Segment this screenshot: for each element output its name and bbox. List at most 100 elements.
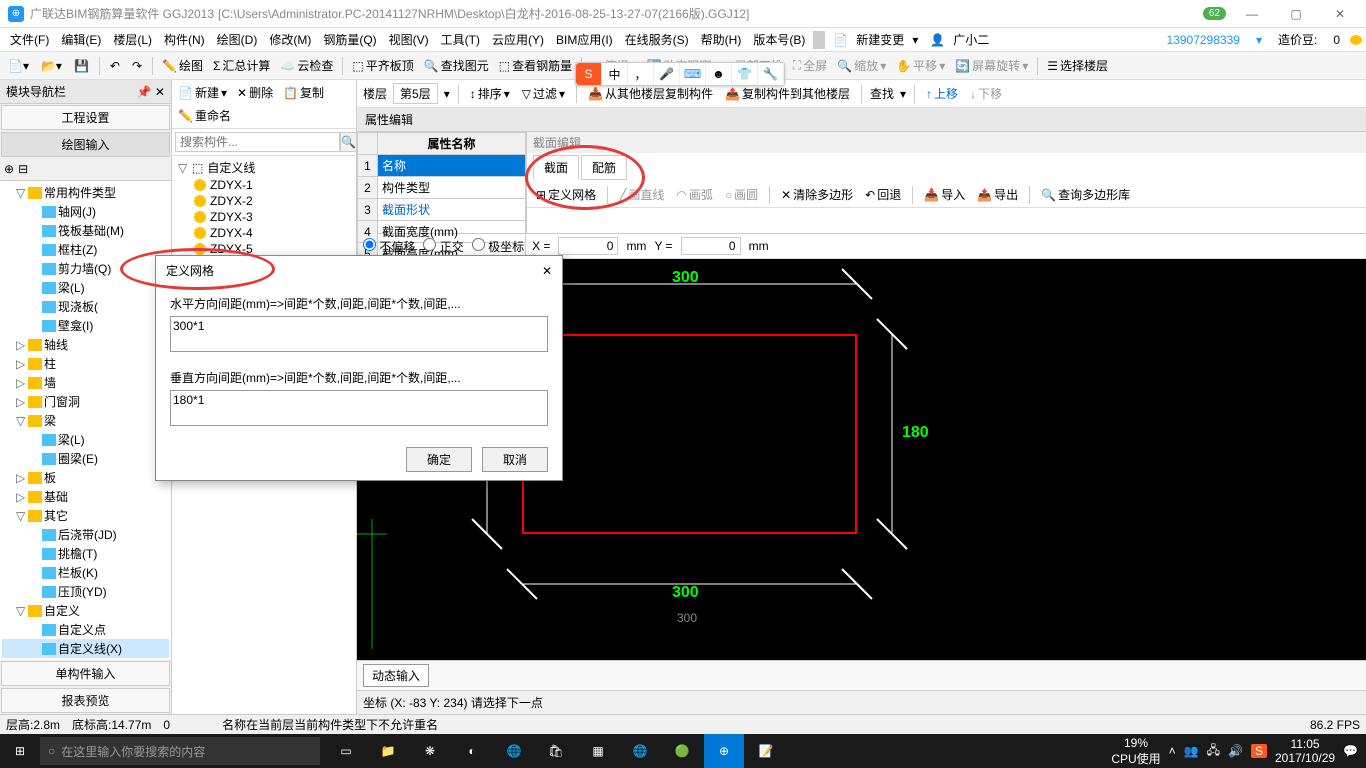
move-up-button[interactable]: ↑上移	[923, 84, 961, 103]
nav-tree[interactable]: ▽ 常用构件类型 轴网(J) 筏板基础(M) 框柱(Z) 剪力墙(Q) 梁(L)…	[0, 181, 171, 660]
dialog-close-icon[interactable]: ✕	[542, 264, 552, 278]
tree-node[interactable]: 后浇带(JD)	[2, 525, 169, 544]
new-change-button[interactable]: 📄新建变更 ▾	[827, 27, 924, 52]
component-item[interactable]: ZDYX-3	[174, 209, 354, 225]
component-item[interactable]: ZDYX-1	[174, 177, 354, 193]
new-comp-button[interactable]: 📄新建▾	[175, 83, 230, 102]
save-icon[interactable]: 💾	[70, 57, 93, 75]
tree-node[interactable]: ▽ 常用构件类型	[2, 183, 169, 202]
fullscreen-button[interactable]: ⛶全屏	[790, 56, 830, 75]
tree-node[interactable]: 梁(L)	[2, 430, 169, 449]
maximize-button[interactable]: ▢	[1278, 4, 1314, 24]
app6-icon[interactable]: 📝	[746, 734, 786, 768]
tab-section[interactable]: 截面	[533, 155, 579, 180]
tree-node[interactable]: 圈梁(E)	[2, 449, 169, 468]
ime-face-icon[interactable]: ☻	[706, 63, 732, 85]
copy-from-button[interactable]: 📥从其他楼层复制构件	[585, 84, 716, 103]
tree-node[interactable]: 自定义点	[2, 620, 169, 639]
tree-node[interactable]: 挑檐(T)	[2, 544, 169, 563]
tree-node[interactable]: ▽ 其它	[2, 506, 169, 525]
opt-ortho[interactable]: 正交	[423, 238, 463, 255]
store-icon[interactable]: 🛍	[536, 734, 576, 768]
menu-help[interactable]: 帮助(H)	[695, 29, 748, 50]
open-icon[interactable]: 📂▾	[37, 57, 66, 75]
zoom-button[interactable]: 🔍缩放▾	[834, 56, 889, 75]
comp-root[interactable]: ▽⬚ 自定义线	[174, 158, 354, 177]
tree-node[interactable]: 轴网(J)	[2, 202, 169, 221]
close-button[interactable]: ✕	[1322, 4, 1358, 24]
dynamic-input-button[interactable]: 动态输入	[363, 664, 429, 687]
menu-tools[interactable]: 工具(T)	[435, 29, 486, 50]
menu-online[interactable]: 在线服务(S)	[619, 29, 695, 50]
report-preview-button[interactable]: 报表预览	[1, 688, 170, 713]
tray-net-icon[interactable]: 🖧	[1207, 741, 1220, 762]
search-input[interactable]	[175, 132, 340, 152]
ime-mic-icon[interactable]: 🎤	[654, 63, 680, 85]
tree-node[interactable]: ▷ 门窗洞	[2, 392, 169, 411]
search-button[interactable]: 🔍	[340, 132, 357, 152]
align-top-button[interactable]: ⬚平齐板顶	[349, 56, 416, 75]
copy-to-button[interactable]: 📤复制构件到其他楼层	[722, 84, 853, 103]
ie-icon[interactable]: 🌐	[620, 734, 660, 768]
undo-icon[interactable]: ↶	[106, 57, 124, 75]
start-button[interactable]: ⊞	[0, 734, 40, 768]
nav-tool-collapse-icon[interactable]: ⊟	[18, 162, 28, 176]
task-view-icon[interactable]: ▭	[326, 734, 366, 768]
redo-icon[interactable]: ↷	[128, 57, 146, 75]
notifications-icon[interactable]: 💬	[1343, 744, 1358, 758]
menu-edit[interactable]: 编辑(E)	[55, 29, 107, 50]
tray-ime-icon[interactable]: S	[1251, 744, 1267, 758]
tree-node[interactable]: 框柱(Z)	[2, 240, 169, 259]
import-button[interactable]: 📥导入	[921, 185, 968, 204]
query-lib-button[interactable]: 🔍查询多边形库	[1038, 185, 1133, 204]
copy-comp-button[interactable]: 📋复制	[280, 83, 327, 102]
property-table[interactable]: 属性名称 1名称2构件类型3截面形状4截面宽度(mm)5截面高度(mm)	[357, 132, 527, 233]
app4-icon[interactable]: 🟢	[662, 734, 702, 768]
app2-icon[interactable]: ◐	[452, 734, 492, 768]
ime-tool-icon[interactable]: 🔧	[758, 63, 784, 85]
minimize-button[interactable]: —	[1234, 4, 1270, 24]
tree-node[interactable]: 剪力墙(Q)	[2, 259, 169, 278]
undo-button[interactable]: ↶回退	[862, 185, 904, 204]
tree-node[interactable]: 壁龛(I)	[2, 316, 169, 335]
edge-icon[interactable]: 🌐	[494, 734, 534, 768]
taskbar-search[interactable]: ○ 在这里输入你要搜索的内容	[40, 737, 320, 765]
prop-row[interactable]: 2构件类型	[358, 177, 526, 199]
tree-node[interactable]: 梁(L)	[2, 278, 169, 297]
single-input-button[interactable]: 单构件输入	[1, 661, 170, 686]
pan-button[interactable]: ✋平移▾	[893, 56, 948, 75]
pin-icon[interactable]: 📌 ✕	[137, 85, 165, 99]
clear-poly-button[interactable]: ✕清除多边形	[778, 185, 856, 204]
tray-up-icon[interactable]: ˄	[1169, 744, 1176, 758]
draw-line-button[interactable]: ╱画直线	[616, 185, 667, 204]
draw-arc-button[interactable]: ◠画弧	[673, 185, 716, 204]
menu-draw[interactable]: 绘图(D)	[211, 29, 264, 50]
find-element-button[interactable]: 🔍查找图元	[421, 56, 492, 75]
rename-comp-button[interactable]: ✏️重命名	[175, 106, 234, 125]
floor-select[interactable]: 第5层	[393, 83, 438, 104]
menu-file[interactable]: 文件(F)	[4, 29, 55, 50]
opt-no-offset[interactable]: 不偏移	[363, 238, 415, 255]
ime-punct[interactable]: ，	[628, 63, 654, 85]
move-down-button[interactable]: ↓下移	[967, 84, 1005, 103]
ok-button[interactable]: 确定	[406, 447, 472, 472]
select-floor-button[interactable]: ☰选择楼层	[1044, 56, 1111, 75]
tab-rebar[interactable]: 配筋	[581, 155, 627, 180]
ime-lang[interactable]: 中	[602, 63, 628, 85]
menu-rebar[interactable]: 钢筋量(Q)	[317, 29, 382, 50]
phone-number[interactable]: 13907298339	[1161, 31, 1246, 49]
app3-icon[interactable]: ▦	[578, 734, 618, 768]
x-input[interactable]	[558, 237, 618, 255]
ime-floatbar[interactable]: S 中 ， 🎤 ⌨ ☻ 👕 🔧	[575, 62, 785, 86]
tree-node[interactable]: ▷ 柱	[2, 354, 169, 373]
rotate-screen-button[interactable]: 🔄屏幕旋转▾	[952, 56, 1031, 75]
user-button[interactable]: 👤广小二	[924, 27, 1001, 52]
del-comp-button[interactable]: ✕删除	[234, 83, 276, 102]
tray-people-icon[interactable]: 👥	[1184, 744, 1199, 758]
opt-polar[interactable]: 极坐标	[472, 238, 524, 255]
find-label[interactable]: 查找	[870, 85, 894, 102]
menu-version[interactable]: 版本号(B)	[747, 29, 811, 50]
app1-icon[interactable]: ❋	[410, 734, 450, 768]
tree-node[interactable]: 现浇板(	[2, 297, 169, 316]
tree-node[interactable]: ▷ 基础	[2, 487, 169, 506]
